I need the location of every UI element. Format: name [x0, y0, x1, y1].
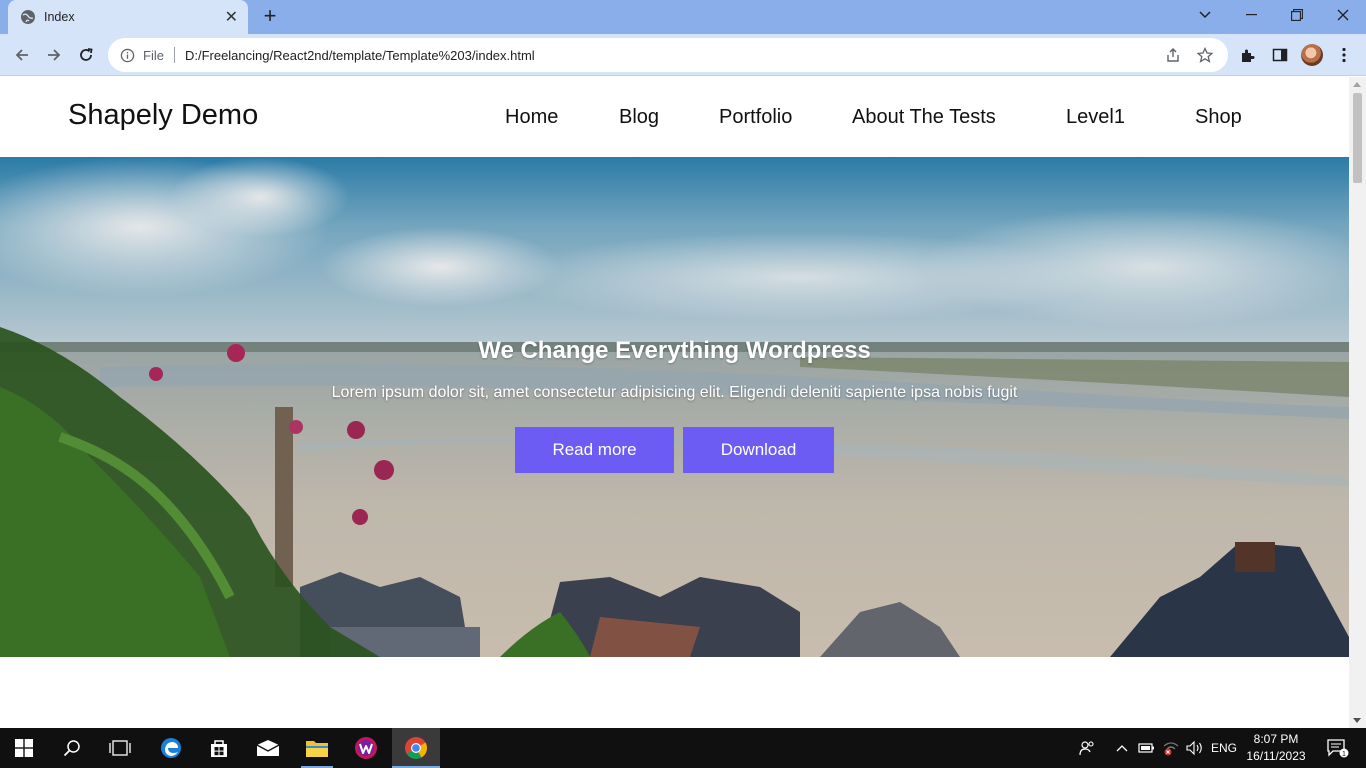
hero-title: We Change Everything Wordpress [478, 337, 871, 364]
scheme-label: File [143, 47, 164, 63]
taskbar: ENG 8:07 PM 16/11/2023 1 [0, 728, 1366, 768]
people-icon[interactable] [1074, 728, 1100, 768]
clock-time: 8:07 PM [1253, 732, 1299, 746]
tab-search-icon[interactable] [1182, 0, 1228, 30]
nav-shop[interactable]: Shop [1195, 106, 1242, 129]
scrollbar-thumb[interactable] [1353, 93, 1362, 183]
restore-icon[interactable] [1274, 0, 1320, 30]
globe-icon [21, 10, 35, 24]
volume-icon[interactable] [1184, 728, 1206, 768]
nav-home[interactable]: Home [505, 106, 558, 129]
new-tab-button[interactable]: + [258, 5, 282, 29]
tab-title: Index [44, 10, 75, 24]
nav-about-the-tests[interactable]: About The Tests [852, 106, 996, 129]
clock-date: 16/11/2023 [1246, 749, 1306, 763]
menu-kebab-icon[interactable] [1333, 44, 1355, 66]
microsoft-store-icon[interactable] [195, 728, 243, 768]
windows-start-icon[interactable] [0, 728, 48, 768]
browser-tab[interactable]: Index ✕ [8, 0, 248, 34]
nav-blog[interactable]: Blog [619, 106, 659, 129]
action-center-icon[interactable]: 1 [1318, 728, 1358, 768]
close-tab-icon[interactable]: ✕ [225, 7, 238, 27]
bookmark-star-icon[interactable] [1196, 46, 1214, 64]
address-bar[interactable]: File D:/Freelancing/React2nd/template/Te… [108, 38, 1228, 72]
chrome-icon[interactable] [392, 728, 440, 768]
show-hidden-icons-icon[interactable] [1112, 728, 1132, 768]
forward-icon[interactable] [42, 43, 66, 67]
hero-section: We Change Everything Wordpress Lorem ips… [0, 157, 1349, 657]
read-more-button[interactable]: Read more [515, 427, 674, 473]
battery-icon[interactable] [1136, 728, 1158, 768]
notification-count: 1 [1342, 751, 1346, 758]
extensions-icon[interactable] [1237, 44, 1259, 66]
browser-toolbar: File D:/Freelancing/React2nd/template/Te… [0, 34, 1366, 76]
file-explorer-icon[interactable] [293, 728, 341, 768]
download-button[interactable]: Download [683, 427, 834, 473]
share-icon[interactable] [1164, 46, 1182, 64]
url-text[interactable]: D:/Freelancing/React2nd/template/Templat… [185, 48, 1164, 63]
taskbar-clock[interactable]: 8:07 PM 16/11/2023 [1240, 731, 1312, 765]
tab-strip: Index ✕ + [0, 0, 1366, 34]
back-icon[interactable] [10, 43, 34, 67]
edge-browser-icon[interactable] [147, 728, 195, 768]
page-scrollbar[interactable] [1349, 77, 1366, 728]
info-icon[interactable] [120, 48, 135, 63]
scroll-up-icon[interactable] [1353, 82, 1361, 87]
network-disconnected-icon[interactable] [1160, 728, 1182, 768]
search-icon[interactable] [48, 728, 96, 768]
scheme-divider [173, 47, 175, 63]
close-window-icon[interactable] [1320, 0, 1366, 30]
hero-background-image [0, 157, 1349, 657]
language-indicator[interactable]: ENG [1208, 728, 1240, 768]
reload-icon[interactable] [74, 43, 98, 67]
hero-subtitle: Lorem ipsum dolor sit, amet consectetur … [331, 384, 1018, 401]
mail-icon[interactable] [244, 728, 292, 768]
task-view-icon[interactable] [96, 728, 144, 768]
profile-avatar[interactable] [1301, 44, 1323, 66]
wps-office-icon[interactable] [342, 728, 390, 768]
nav-level1[interactable]: Level1 [1066, 106, 1125, 129]
site-header: Shapely Demo Home Blog Portfolio About T… [0, 77, 1349, 157]
minimize-icon[interactable] [1228, 0, 1274, 30]
page-viewport: Shapely Demo Home Blog Portfolio About T… [0, 77, 1349, 728]
side-panel-icon[interactable] [1269, 44, 1291, 66]
nav-portfolio[interactable]: Portfolio [719, 106, 792, 129]
site-logo[interactable]: Shapely Demo [68, 99, 258, 132]
scroll-down-icon[interactable] [1353, 718, 1361, 723]
